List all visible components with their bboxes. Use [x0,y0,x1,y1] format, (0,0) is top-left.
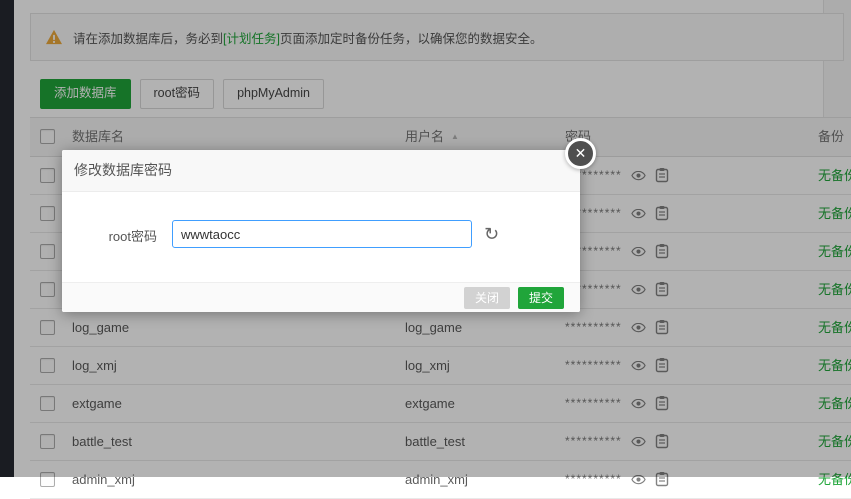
root-password-input[interactable] [172,220,472,248]
root-password-label: root密码 [62,226,157,245]
change-password-modal: 修改数据库密码 root密码 ↻ 关闭 提交 ✕ [62,150,580,312]
modal-title: 修改数据库密码 [62,150,580,192]
modal-body: root密码 ↻ [62,192,580,283]
modal-close-x-icon[interactable]: ✕ [565,138,596,169]
regenerate-password-icon[interactable]: ↻ [484,220,499,248]
modal-submit-button[interactable]: 提交 [518,287,564,309]
modal-close-button[interactable]: 关闭 [464,287,510,309]
modal-footer: 关闭 提交 [62,282,580,312]
